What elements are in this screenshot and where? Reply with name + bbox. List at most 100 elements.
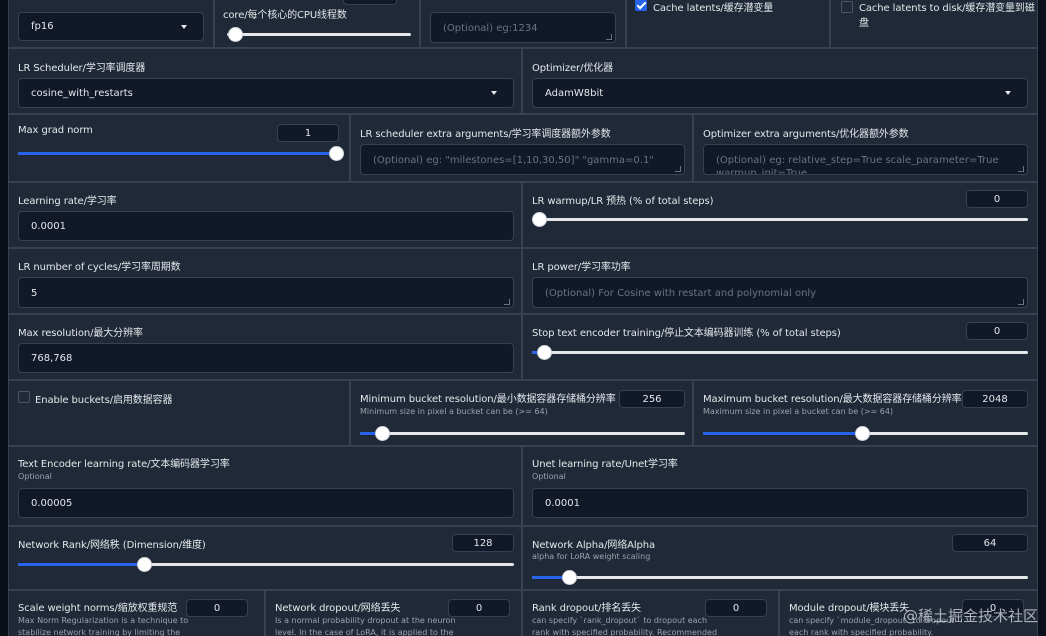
lr-scheduler-label: LR Scheduler/学习率调度器 xyxy=(18,63,146,74)
cache-to-disk-checkbox[interactable] xyxy=(841,1,853,13)
network-rank-slider[interactable] xyxy=(18,557,514,572)
network-rank-label: Network Rank/网络秩 (Dimension/维度) xyxy=(18,540,206,551)
max-grad-norm-panel: Max grad norm 1 xyxy=(8,114,350,182)
optimizer-args-label: Optimizer extra arguments/优化器额外参数 xyxy=(703,129,909,140)
cpu-threads-input[interactable]: 2 xyxy=(343,0,397,5)
rank-dropout-desc-line2: rank with specified probability. Recomme… xyxy=(532,628,718,636)
cache-latents-checkbox[interactable] xyxy=(635,0,647,11)
seed-panel: (Optional) eg:1234 xyxy=(420,0,626,48)
scale-weight-norms-label: Scale weight norms/缩放权重规范 xyxy=(18,603,178,614)
lr-warmup-panel: LR warmup/LR 预热 (% of total steps) 0 xyxy=(522,182,1038,248)
network-alpha-sub: alpha for LoRA weight scaling xyxy=(532,552,651,561)
precision-select[interactable]: fp16 xyxy=(18,12,204,41)
optimizer-value: AdamW8bit xyxy=(545,87,604,99)
learning-rate-label: Learning rate/学习率 xyxy=(18,196,117,207)
scale-weight-norms-panel: Scale weight norms/缩放权重规范 0 Max Norm Reg… xyxy=(8,590,265,636)
precision-panel: fp16 xyxy=(8,0,214,48)
rank-dropout-desc: can specify `rank_dropout` to dropout ea… xyxy=(532,616,708,625)
lr-cycles-panel: LR number of cycles/学习率周期数 5 xyxy=(8,248,522,314)
network-rank-input[interactable]: 128 xyxy=(452,534,514,552)
resize-handle-icon[interactable] xyxy=(1018,166,1024,172)
cpu-threads-slider[interactable] xyxy=(227,27,411,42)
max-bucket-input[interactable]: 2048 xyxy=(962,390,1028,408)
resize-handle-icon[interactable] xyxy=(675,166,681,172)
min-bucket-panel: Minimum bucket resolution/最小数据容器存储桶分辨率 M… xyxy=(350,380,693,446)
network-dropout-desc: Is a normal probability dropout at the n… xyxy=(275,616,456,625)
network-dropout-input[interactable]: 0 xyxy=(448,599,510,617)
network-dropout-label: Network dropout/网络丢失 xyxy=(275,603,401,614)
cpu-threads-panel: core/每个核心的CPU线程数 2 xyxy=(214,0,420,48)
optimizer-args-panel: Optimizer extra arguments/优化器额外参数 (Optio… xyxy=(693,114,1038,182)
enable-buckets-panel: Enable buckets/启用数据容器 xyxy=(8,380,350,446)
learning-rate-input[interactable]: 0.0001 xyxy=(18,211,514,241)
lr-warmup-slider[interactable] xyxy=(532,212,1028,227)
enable-buckets-checkbox[interactable] xyxy=(18,391,30,403)
seed-input[interactable]: (Optional) eg:1234 xyxy=(430,12,616,43)
stop-te-input[interactable]: 0 xyxy=(966,322,1028,340)
lr-warmup-slider-thumb[interactable] xyxy=(532,212,547,227)
lr-warmup-input[interactable]: 0 xyxy=(966,190,1028,208)
min-bucket-slider-thumb[interactable] xyxy=(375,426,390,441)
unet-lr-input[interactable]: 0.0001 xyxy=(532,488,1028,518)
module-dropout-label: Module dropout/模块丢失 xyxy=(789,603,910,614)
module-dropout-desc-line2: each rank with specified probability. xyxy=(789,628,934,636)
network-dropout-panel: Network dropout/网络丢失 0 Is a normal proba… xyxy=(265,590,522,636)
cache-to-disk-label-line2: 盘 xyxy=(859,18,869,29)
stop-te-slider-thumb[interactable] xyxy=(537,345,552,360)
scale-weight-norms-desc-line2: stabilize network training by limiting t… xyxy=(18,628,181,636)
lr-scheduler-args-label: LR scheduler extra arguments/学习率调度器额外参数 xyxy=(360,129,611,140)
lr-scheduler-args-input[interactable]: (Optional) eg: "milestones=[1,10,30,50]"… xyxy=(360,144,685,175)
min-bucket-sub: Minimum size in pixel a bucket can be (>… xyxy=(360,407,548,416)
te-lr-label: Text Encoder learning rate/文本编码器学习率 xyxy=(18,459,230,470)
max-grad-norm-slider-thumb[interactable] xyxy=(329,146,344,161)
network-rank-slider-fill xyxy=(18,563,144,566)
lr-cycles-input[interactable]: 5 xyxy=(18,277,514,308)
resize-handle-icon[interactable] xyxy=(1018,299,1024,305)
optimizer-select[interactable]: AdamW8bit xyxy=(532,78,1028,108)
lr-scheduler-panel: LR Scheduler/学习率调度器 cosine_with_restarts xyxy=(8,48,522,114)
stop-te-slider[interactable] xyxy=(532,345,1028,360)
max-resolution-input[interactable]: 768,768 xyxy=(18,343,514,373)
network-rank-slider-thumb[interactable] xyxy=(137,557,152,572)
resize-handle-icon[interactable] xyxy=(504,299,510,305)
resize-handle-icon[interactable] xyxy=(606,34,612,40)
cache-to-disk-panel: Cache latents to disk/缓存潜变量到磁 盘 xyxy=(830,0,1038,48)
stop-te-label: Stop text encoder training/停止文本编码器训练 (% … xyxy=(532,328,841,339)
lr-scheduler-select[interactable]: cosine_with_restarts xyxy=(18,78,514,108)
cache-to-disk-label: Cache latents to disk/缓存潜变量到磁 xyxy=(859,3,1035,14)
unet-lr-label: Unet learning rate/Unet学习率 xyxy=(532,459,678,470)
optimizer-args-input[interactable]: (Optional) eg: relative_step=True scale_… xyxy=(703,144,1028,175)
max-grad-norm-slider[interactable] xyxy=(18,146,344,161)
max-bucket-slider-thumb[interactable] xyxy=(855,426,870,441)
rank-dropout-input[interactable]: 0 xyxy=(705,599,767,617)
max-grad-norm-label: Max grad norm xyxy=(18,125,93,136)
network-alpha-input[interactable]: 64 xyxy=(952,534,1028,552)
network-alpha-slider-thumb[interactable] xyxy=(562,570,577,585)
min-bucket-input[interactable]: 256 xyxy=(619,390,685,408)
te-lr-panel: Text Encoder learning rate/文本编码器学习率 Opti… xyxy=(8,446,522,526)
cpu-threads-slider-thumb[interactable] xyxy=(228,27,243,42)
precision-value: fp16 xyxy=(31,21,54,32)
scale-weight-norms-input[interactable]: 0 xyxy=(186,599,248,617)
te-lr-sub: Optional xyxy=(18,472,52,481)
chevron-down-icon xyxy=(1005,91,1011,95)
watermark: @稀土掘金技术社区 xyxy=(902,607,1038,625)
unet-lr-panel: Unet learning rate/Unet学习率 Optional 0.00… xyxy=(522,446,1038,526)
max-bucket-slider[interactable] xyxy=(703,426,1028,441)
te-lr-input[interactable]: 0.00005 xyxy=(18,488,514,518)
min-bucket-label: Minimum bucket resolution/最小数据容器存储桶分辨率 xyxy=(360,394,616,405)
lr-power-input[interactable]: (Optional) For Cosine with restart and p… xyxy=(532,277,1028,308)
enable-buckets-label: Enable buckets/启用数据容器 xyxy=(35,395,173,406)
cache-latents-panel: Cache latents/缓存潜变量 xyxy=(626,0,830,48)
min-bucket-slider[interactable] xyxy=(360,426,685,441)
network-alpha-slider[interactable] xyxy=(532,570,1028,585)
rank-dropout-label: Rank dropout/排名丢失 xyxy=(532,603,641,614)
cpu-threads-label: core/每个核心的CPU线程数 xyxy=(223,10,347,21)
optimizer-label: Optimizer/优化器 xyxy=(532,63,614,74)
max-bucket-label: Maximum bucket resolution/最大数据容器存储桶分辨率 xyxy=(703,394,962,405)
max-grad-norm-input[interactable]: 1 xyxy=(277,124,339,142)
stop-te-panel: Stop text encoder training/停止文本编码器训练 (% … xyxy=(522,314,1038,380)
lr-warmup-label: LR warmup/LR 预热 (% of total steps) xyxy=(532,196,714,207)
lr-scheduler-value: cosine_with_restarts xyxy=(31,87,133,99)
network-rank-panel: Network Rank/网络秩 (Dimension/维度) 128 xyxy=(8,526,522,590)
